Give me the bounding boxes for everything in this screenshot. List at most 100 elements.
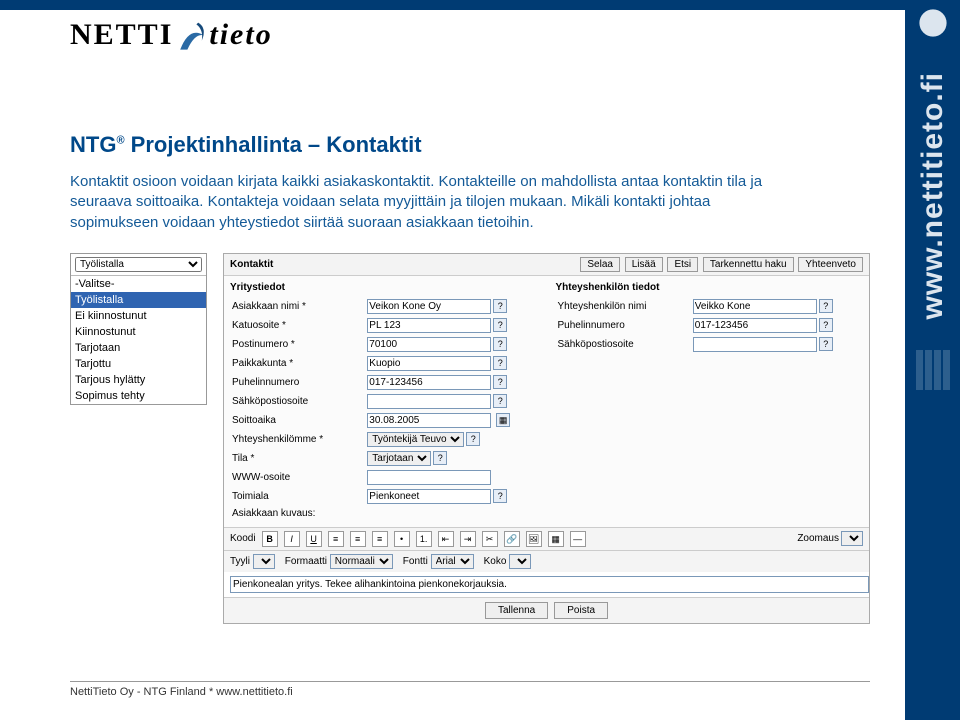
- status-option[interactable]: Ei kiinnostunut: [71, 308, 206, 324]
- fontti-select[interactable]: Arial: [431, 554, 474, 569]
- kuvaus-editor[interactable]: [230, 576, 869, 593]
- intro-paragraph: Kontaktit osioon voidaan kirjata kaikki …: [70, 172, 790, 233]
- status-option[interactable]: Tarjous hylätty: [71, 372, 206, 388]
- help-icon[interactable]: ?: [466, 432, 480, 446]
- table-icon[interactable]: ▦: [548, 531, 564, 547]
- title-reg: ®: [116, 135, 124, 147]
- label-tila: Tila *: [230, 449, 365, 468]
- status-option[interactable]: Tarjotaan: [71, 340, 206, 356]
- ol-icon[interactable]: 1.: [416, 531, 432, 547]
- outdent-icon[interactable]: ⇤: [438, 531, 454, 547]
- zoom-label: Zoomaus: [797, 533, 839, 544]
- save-button[interactable]: Tallenna: [485, 602, 548, 619]
- label-asiakas: Asiakkaan nimi *: [230, 297, 365, 316]
- editor-toolbar-2: Tyyli Formaatti Normaali Fontti Arial Ko…: [224, 550, 869, 572]
- status-option[interactable]: Sopimus tehty: [71, 388, 206, 404]
- link-icon[interactable]: 🔗: [504, 531, 520, 547]
- yh-puhelin-input[interactable]: [693, 318, 817, 333]
- help-icon[interactable]: ?: [493, 394, 507, 408]
- hr-icon[interactable]: —: [570, 531, 586, 547]
- add-button[interactable]: Lisää: [625, 257, 663, 272]
- yh-sahkoposti-input[interactable]: [693, 337, 817, 352]
- ul-icon[interactable]: •: [394, 531, 410, 547]
- kontaktit-panel: Kontaktit Selaa Lisää Etsi Tarkennettu h…: [223, 253, 870, 624]
- label-katuosoite: Katuosoite *: [230, 316, 365, 335]
- search-button[interactable]: Etsi: [667, 257, 698, 272]
- formaatti-select[interactable]: Normaali: [330, 554, 393, 569]
- logo: NETTItieto: [70, 18, 273, 55]
- asiakas-input[interactable]: [367, 299, 491, 314]
- top-accent-bar: [0, 0, 905, 10]
- page-footer: NettiTieto Oy - NTG Finland * www.nettit…: [70, 681, 870, 698]
- postinro-input[interactable]: [367, 337, 491, 352]
- label-soittoaika: Soittoaika: [230, 411, 365, 430]
- underline-icon[interactable]: U: [306, 531, 322, 547]
- tila-select[interactable]: Tarjotaan: [367, 451, 431, 466]
- label-yh-sahkoposti: Sähköpostiosoite: [556, 335, 691, 354]
- yhteyshenk-omme-select[interactable]: Työntekijä Teuvo: [367, 432, 464, 447]
- panel-title: Kontaktit: [230, 259, 273, 270]
- status-option[interactable]: Kiinnostunut: [71, 324, 206, 340]
- koodi-label: Koodi: [230, 533, 256, 544]
- datepicker-icon[interactable]: ▦: [496, 413, 510, 427]
- help-icon[interactable]: ?: [493, 337, 507, 351]
- help-icon[interactable]: ?: [493, 489, 507, 503]
- label-yh-puhelin: Puhelinnumero: [556, 316, 691, 335]
- tyyli-select[interactable]: [253, 554, 275, 569]
- summary-button[interactable]: Yhteenveto: [798, 257, 863, 272]
- help-icon[interactable]: ?: [493, 318, 507, 332]
- toimiala-input[interactable]: [367, 489, 491, 504]
- italic-icon[interactable]: I: [284, 531, 300, 547]
- label-puhelin: Puhelinnumero: [230, 373, 365, 392]
- brand-dot-icon: [916, 6, 950, 40]
- koko-select[interactable]: [509, 554, 531, 569]
- help-icon[interactable]: ?: [819, 337, 833, 351]
- bold-icon[interactable]: B: [262, 531, 278, 547]
- label-sahkoposti: Sähköpostiosoite: [230, 392, 365, 411]
- page-title: NTG® Projektinhallinta – Kontaktit: [70, 132, 870, 158]
- status-option[interactable]: -Valitse-: [71, 276, 206, 292]
- contact-section-title: Yhteyshenkilön tiedot: [556, 282, 864, 293]
- logo-text-2: tieto: [209, 18, 272, 51]
- paikkakunta-input[interactable]: [367, 356, 491, 371]
- editor-toolbar-1: Koodi B I U ≡ ≡ ≡ • 1. ⇤ ⇥ ✂ 🔗 🖼 ▦ — Z: [224, 527, 869, 550]
- status-select[interactable]: Työlistalla: [75, 257, 202, 272]
- help-icon[interactable]: ?: [493, 299, 507, 313]
- zoom-select[interactable]: [841, 531, 863, 546]
- align-right-icon[interactable]: ≡: [372, 531, 388, 547]
- label-postinro: Postinumero *: [230, 335, 365, 354]
- puhelin-input[interactable]: [367, 375, 491, 390]
- status-option[interactable]: Työlistalla: [71, 292, 206, 308]
- help-icon[interactable]: ?: [493, 375, 507, 389]
- tyyli-label: Tyyli: [230, 556, 250, 567]
- status-listbox[interactable]: Työlistalla -Valitse- Työlistalla Ei kii…: [70, 253, 207, 405]
- label-yhteyshenk-omme: Yhteyshenkilömme *: [230, 430, 365, 449]
- cut-icon[interactable]: ✂: [482, 531, 498, 547]
- browse-button[interactable]: Selaa: [580, 257, 620, 272]
- koko-label: Koko: [484, 556, 507, 567]
- help-icon[interactable]: ?: [493, 356, 507, 370]
- label-www: WWW-osoite: [230, 468, 365, 487]
- image-icon[interactable]: 🖼: [526, 531, 542, 547]
- sahkoposti-input[interactable]: [367, 394, 491, 409]
- status-option[interactable]: Tarjottu: [71, 356, 206, 372]
- katuosoite-input[interactable]: [367, 318, 491, 333]
- align-left-icon[interactable]: ≡: [328, 531, 344, 547]
- delete-button[interactable]: Poista: [554, 602, 608, 619]
- soittoaika-input[interactable]: [367, 413, 491, 428]
- yh-nimi-input[interactable]: [693, 299, 817, 314]
- advanced-search-button[interactable]: Tarkennettu haku: [703, 257, 794, 272]
- label-toimiala: Toimiala: [230, 487, 365, 506]
- fontti-label: Fontti: [403, 556, 428, 567]
- indent-icon[interactable]: ⇥: [460, 531, 476, 547]
- help-icon[interactable]: ?: [433, 451, 447, 465]
- label-paikkakunta: Paikkakunta *: [230, 354, 365, 373]
- align-center-icon[interactable]: ≡: [350, 531, 366, 547]
- brand-url-vertical: www.nettitieto.fi: [916, 72, 950, 320]
- www-input[interactable]: [367, 470, 491, 485]
- help-icon[interactable]: ?: [819, 299, 833, 313]
- company-section-title: Yritystiedot: [230, 282, 538, 293]
- help-icon[interactable]: ?: [819, 318, 833, 332]
- logo-swoosh-icon: [173, 19, 209, 55]
- title-suffix: Projektinhallinta – Kontaktit: [125, 132, 422, 157]
